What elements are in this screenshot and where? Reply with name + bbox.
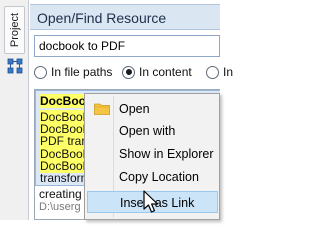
result-path: D:\userg — [39, 201, 81, 213]
radio-in-file-paths[interactable]: In file paths — [34, 63, 112, 81]
radio-in-content[interactable]: In content — [122, 63, 192, 81]
project-tree-icon[interactable] — [7, 58, 23, 74]
menu-item-open-with[interactable]: Open with — [87, 120, 218, 142]
menu-item-open[interactable]: Open — [87, 98, 218, 120]
radio-label: In file paths — [51, 65, 113, 79]
radio-label: In content — [139, 65, 192, 79]
menu-item-label: Copy Location — [119, 170, 199, 184]
project-tab-label: Project — [8, 12, 21, 48]
project-tab[interactable]: Project — [4, 6, 25, 54]
search-input[interactable] — [34, 35, 220, 57]
radio-button[interactable] — [34, 65, 47, 79]
radio-label: In — [223, 65, 234, 79]
search-scope-options: In file paths In content In — [34, 63, 233, 81]
radio-button-checked[interactable] — [122, 65, 135, 79]
radio-button[interactable] — [206, 65, 219, 79]
folder-icon — [94, 103, 110, 115]
radio-in[interactable]: In — [206, 63, 233, 81]
menu-item-label: Open — [119, 102, 150, 116]
side-bar: Project — [0, 0, 29, 220]
menu-item-label: Open with — [119, 124, 176, 138]
panel-title: Open/Find Resource — [37, 10, 167, 26]
menu-item-show-in-explorer[interactable]: Show in Explorer — [87, 143, 218, 165]
mouse-cursor-icon — [143, 190, 159, 213]
panel-header: Open/Find Resource — [30, 4, 220, 30]
menu-item-copy-location[interactable]: Copy Location — [87, 166, 218, 188]
menu-item-label: Show in Explorer — [119, 147, 214, 161]
